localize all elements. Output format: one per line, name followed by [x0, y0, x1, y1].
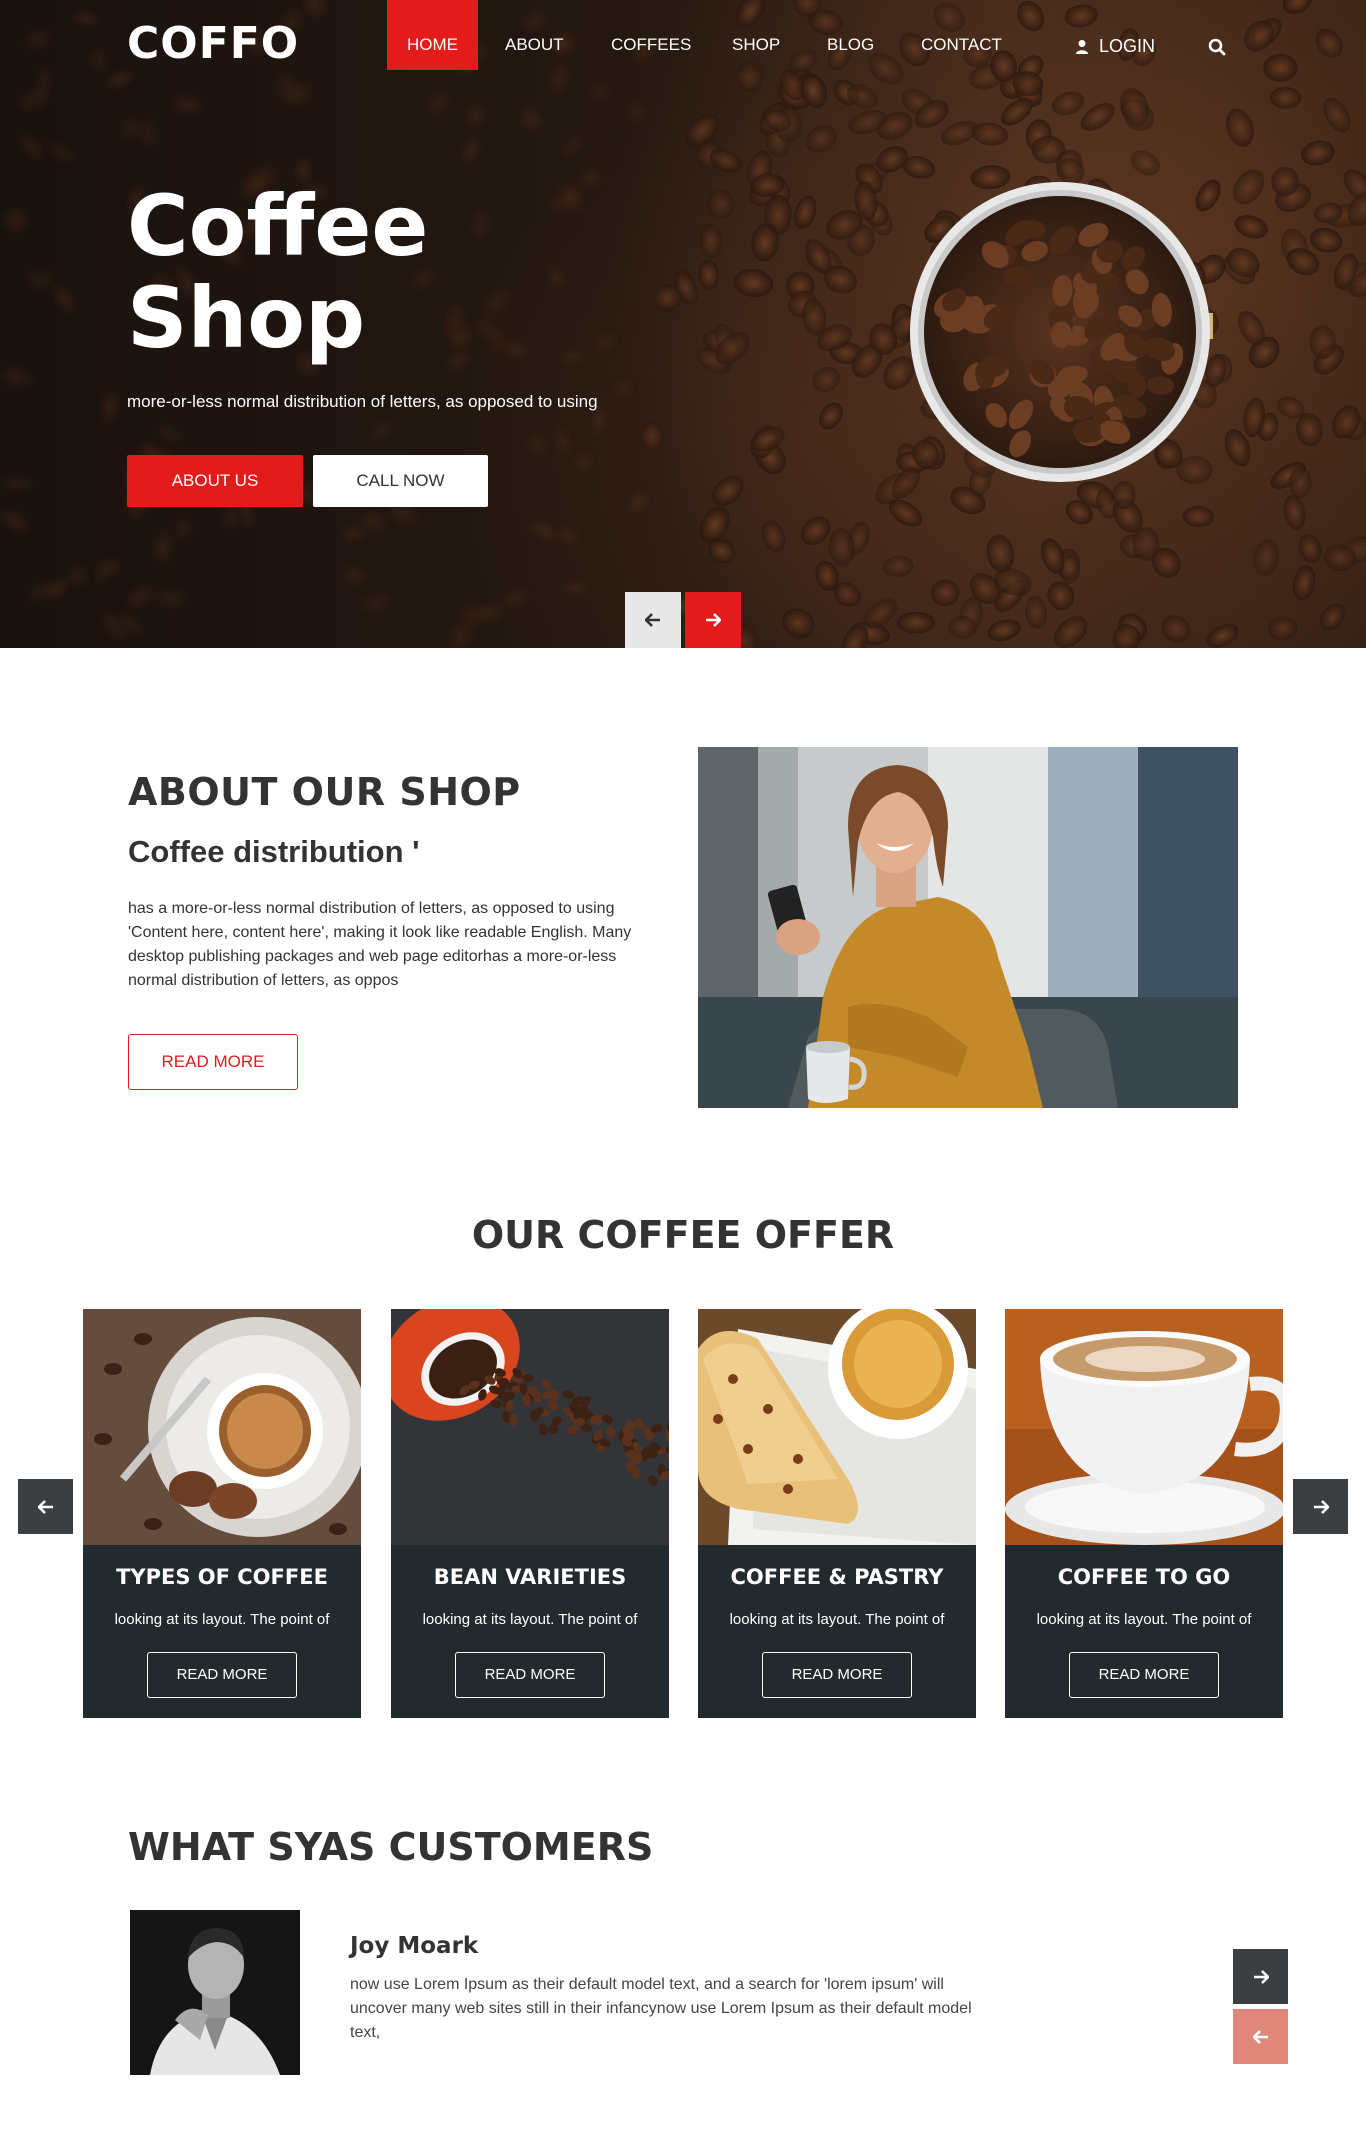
offer-next-button[interactable]	[1293, 1479, 1348, 1534]
coffee-cup-image	[910, 182, 1213, 482]
about-subtitle: Coffee distribution '	[128, 834, 420, 869]
coffee-and-cake-image	[698, 1309, 976, 1545]
call-now-button[interactable]: CALL NOW	[313, 455, 488, 507]
testimonial-next-button[interactable]	[1233, 1949, 1288, 2004]
card-read-more-button[interactable]: READ MORE	[455, 1652, 605, 1698]
login-link[interactable]: LOGIN	[1075, 36, 1155, 57]
offer-title: OUR COFFEE OFFER	[471, 1213, 895, 1257]
site-logo[interactable]: COFFO	[127, 18, 299, 69]
customer-avatar	[130, 1910, 300, 2075]
card-text: looking at its layout. The point of	[729, 1611, 945, 1628]
card-read-more-button[interactable]: READ MORE	[147, 1652, 297, 1698]
customer-testimonial: now use Lorem Ipsum as their default mod…	[350, 1976, 972, 2041]
hero-prev-button[interactable]	[625, 592, 681, 648]
login-label: LOGIN	[1099, 36, 1156, 56]
search-icon	[1208, 38, 1226, 56]
about-us-button[interactable]: ABOUT US	[127, 455, 303, 507]
search-button[interactable]	[1208, 38, 1226, 61]
hero-section: COFFO HOME ABOUT COFFEES SHOP BLOG CONTA…	[0, 0, 1366, 648]
nav-item-home[interactable]: HOME	[387, 0, 478, 70]
customers-title: WHAT SYAS CUSTOMERS	[128, 1825, 654, 1869]
hero-title-line2: Shop	[127, 269, 366, 367]
nav-item-blog[interactable]: BLOG	[827, 0, 874, 70]
offer-prev-button[interactable]	[18, 1479, 73, 1534]
arrow-left-icon	[1252, 2029, 1268, 2044]
card-title: COFFEE & PASTRY	[730, 1565, 944, 1589]
nav-item-shop[interactable]: SHOP	[732, 0, 780, 70]
hero-subtitle: more-or-less normal distribution of lett…	[127, 392, 598, 411]
hero-title-line1: Coffee	[127, 177, 429, 275]
arrow-right-icon	[1253, 1969, 1269, 1984]
card-text: looking at its layout. The point of	[1036, 1611, 1252, 1628]
about-text: has a more-or-less normal distribution o…	[128, 900, 632, 989]
spilled-beans-image	[391, 1309, 669, 1545]
testimonial-prev-button[interactable]	[1233, 2009, 1288, 2064]
nav-item-about[interactable]: ABOUT	[505, 0, 564, 70]
arrow-left-icon	[645, 613, 660, 627]
arrow-left-icon	[37, 1499, 53, 1514]
user-icon	[1076, 39, 1088, 54]
woman-with-phone-image	[698, 747, 1238, 1108]
nav-item-coffees[interactable]: COFFEES	[611, 0, 691, 70]
offer-card-bean-varieties: BEAN VARIETIES looking at its layout. Th…	[391, 1309, 669, 1718]
arrow-right-icon	[706, 613, 721, 627]
top-navigation: COFFO HOME ABOUT COFFEES SHOP BLOG CONTA…	[0, 0, 1366, 70]
card-text: looking at its layout. The point of	[422, 1611, 638, 1628]
card-title: COFFEE TO GO	[1057, 1565, 1231, 1589]
offer-card-coffee-and-pastry: COFFEE & PASTRY looking at its layout. T…	[698, 1309, 976, 1718]
card-read-more-button[interactable]: READ MORE	[762, 1652, 912, 1698]
arrow-right-icon	[1313, 1499, 1329, 1514]
cappuccino-cup-image	[1005, 1309, 1283, 1545]
card-title: TYPES OF COFFEE	[116, 1565, 328, 1589]
offer-card-types-of-coffee: TYPES OF COFFEE looking at its layout. T…	[83, 1309, 361, 1718]
hero-title: Coffee Shop	[127, 180, 527, 364]
nav-item-contact[interactable]: CONTACT	[921, 0, 1002, 70]
about-title: ABOUT OUR SHOP	[128, 770, 521, 814]
card-title: BEAN VARIETIES	[433, 1565, 627, 1589]
espresso-cup-image	[83, 1309, 361, 1545]
hero-next-button[interactable]	[685, 592, 741, 648]
customer-name: Joy Moark	[350, 1933, 479, 1959]
about-read-more-button[interactable]: READ MORE	[128, 1034, 298, 1090]
card-read-more-button[interactable]: READ MORE	[1069, 1652, 1219, 1698]
offer-card-coffee-to-go: COFFEE TO GO looking at its layout. The …	[1005, 1309, 1283, 1718]
card-text: looking at its layout. The point of	[114, 1611, 330, 1628]
